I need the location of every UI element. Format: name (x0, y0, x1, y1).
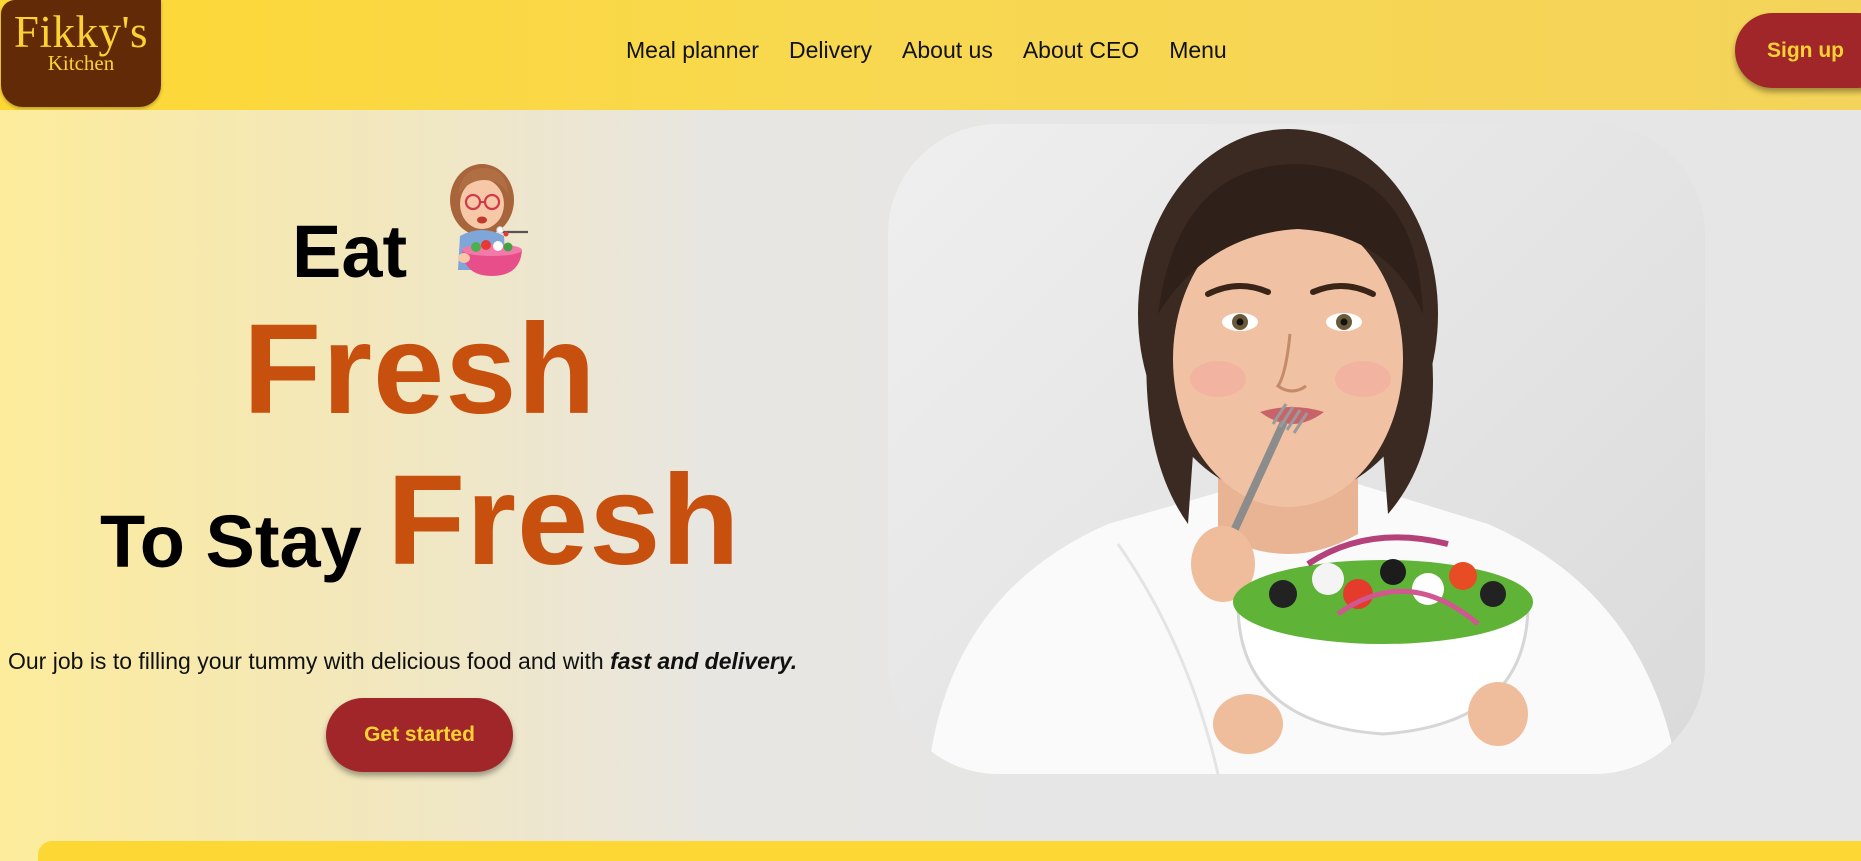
logo-subtitle: Kitchen (47, 51, 115, 75)
hero-section: Eat Fresh To Stay Fresh Our job is to fi (0, 110, 1861, 861)
main-nav: Meal planner Delivery About us About CEO… (626, 36, 1227, 64)
get-started-button[interactable]: Get started (326, 698, 513, 772)
woman-eating-salad-photo (928, 129, 1678, 774)
woman-eating-salad-icon (450, 164, 528, 276)
sign-up-button[interactable]: Sign up (1735, 13, 1861, 88)
nav-link-meal-planner[interactable]: Meal planner (626, 36, 759, 64)
hero-image (888, 124, 1705, 774)
nav-link-about-us[interactable]: About us (902, 36, 993, 64)
top-navbar: Fikky's Kitchen Meal planner Delivery Ab… (0, 0, 1861, 110)
nav-link-about-ceo[interactable]: About CEO (1023, 36, 1139, 64)
tagline-text: Our job is to filling your tummy with de… (8, 648, 611, 674)
headline-to-stay: To Stay (100, 500, 362, 583)
headline-eat: Eat (292, 210, 408, 293)
headline-fresh-highlight: Fresh (387, 449, 741, 592)
headline-fresh: Fresh (243, 298, 597, 441)
nav-link-delivery[interactable]: Delivery (789, 36, 872, 64)
next-section-edge (38, 841, 1861, 861)
nav-link-menu[interactable]: Menu (1169, 36, 1227, 64)
logo[interactable]: Fikky's Kitchen (1, 0, 161, 107)
logo-title: Fikky's (13, 7, 149, 57)
tagline-emphasis: fast and delivery. (610, 648, 798, 674)
hero-tagline: Our job is to filling your tummy with de… (8, 647, 797, 675)
